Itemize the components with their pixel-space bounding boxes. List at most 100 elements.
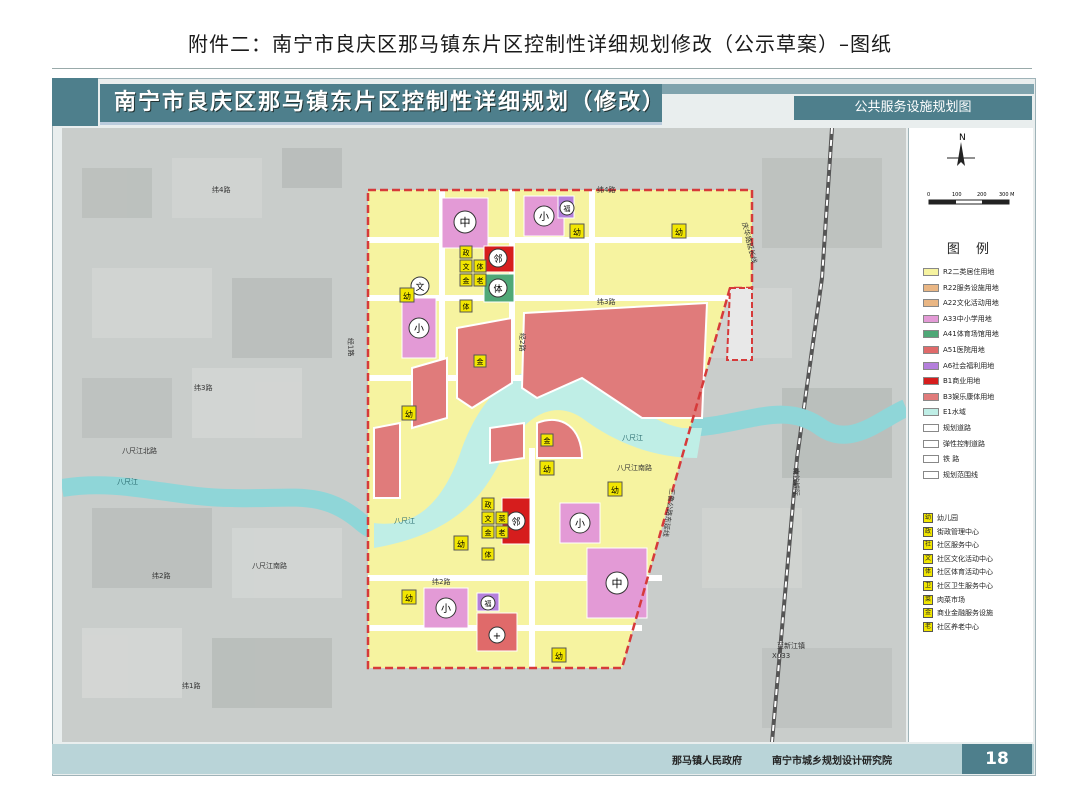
map-subtitle: 公共服务设施规划图 (794, 96, 1032, 120)
marker-kindergarten-8: 幼 (405, 593, 413, 603)
svg-text:+: + (493, 631, 501, 642)
label-road-w2b: 纬2路 (152, 571, 170, 580)
footer-bar: 那马镇人民政府 南宁市城乡规划设计研究院 (52, 744, 1034, 774)
legend-landuse-item: A6社会福利用地 (923, 360, 994, 372)
legend-facility-icon: 卫 (923, 581, 933, 591)
header-band (662, 84, 1034, 94)
legend-landuse-item: R22服务设施用地 (923, 282, 999, 294)
label-road-w4b: 纬4路 (597, 185, 615, 194)
rail-station-parcel (725, 287, 753, 361)
legend-landuse-item: A41体育场馆用地 (923, 328, 999, 340)
legend-facility-label: 肉菜市场 (937, 595, 965, 604)
marker-primary-north: 小 (539, 211, 549, 223)
map-canvas[interactable]: 中 小 小 小 中 小 + 邻 体 邻 文 福 福 幼 幼 幼 幼 幼 幼 幼 … (62, 128, 906, 742)
legend-facility-label: 社区养老中心 (937, 622, 979, 631)
label-river-3: 八尺江 (622, 434, 643, 442)
legend-facility-item: 幼幼儿园 (923, 512, 958, 524)
header-accent (52, 78, 98, 126)
marker-culture-south: 文 (485, 514, 492, 523)
north-arrow-scale: N 0 100 200 300 M (927, 133, 1014, 205)
page-number: 18 (962, 744, 1032, 774)
legend-facility-label: 幼儿园 (937, 514, 958, 522)
legend-facility-item: 老社区养老中心 (923, 621, 979, 633)
label-road-w3: 纬3路 (597, 297, 615, 306)
title-rule (52, 68, 1032, 69)
legend-swatch (923, 314, 939, 323)
legend-landuse-label: A22文化活动用地 (943, 299, 999, 308)
b3-recreation-west (373, 421, 401, 499)
legend-swatch (923, 439, 939, 448)
label-bachijiang-s: 八尺江南路 (617, 463, 652, 472)
legend-landuse-item: B1商业用地 (923, 375, 980, 387)
marker-middle-school-south: 中 (612, 577, 623, 590)
legend-landuse-item: A22文化活动用地 (923, 297, 999, 309)
map-title-bar: 南宁市良庆区那马镇东片区控制性详细规划（修改） (100, 84, 667, 125)
legend-swatch (923, 392, 939, 401)
legend-landuse-label: A6社会福利用地 (943, 361, 995, 370)
marker-finance-south: 金 (485, 528, 492, 537)
legend-swatch (923, 299, 939, 308)
marker-welfare-north: 福 (564, 204, 571, 213)
marker-primary-south: 小 (575, 518, 585, 530)
marker-culture: 文 (415, 281, 424, 293)
marker-market-south: 菜 (499, 514, 506, 523)
label-hwy: X033 (772, 652, 790, 660)
marker-middle-school-north: 中 (460, 216, 471, 229)
footer-org-2: 南宁市城乡规划设计研究院 (772, 756, 892, 767)
marker-kindergarten-2: 幼 (675, 227, 683, 237)
legend-landuse-item: A33中小学用地 (923, 313, 992, 325)
legend-facility-item: 政街政管理中心 (923, 526, 979, 538)
legend-landuse-label: 规划范围线 (943, 470, 978, 479)
label-road-w3b: 纬3路 (194, 383, 212, 392)
legend-landuse-item: 铁 路 (923, 453, 959, 465)
marker-kindergarten-6: 幼 (611, 485, 619, 495)
label-bachijiang-s2: 八尺江南路 (252, 561, 287, 570)
legend-facility-item: 卫社区卫生服务中心 (923, 580, 993, 592)
label-rail: 南钦城际 (792, 468, 801, 496)
legend-swatch (923, 361, 939, 370)
marker-finance-center: 金 (477, 357, 484, 366)
b3-recreation-small (411, 356, 448, 430)
legend-landuse-label: B3娱乐康体用地 (943, 392, 995, 401)
legend-swatch (923, 330, 939, 339)
legend-landuse-item: R2二类居住用地 (923, 266, 994, 278)
scale-300: 300 M (999, 192, 1014, 198)
marker-commercial-north: 邻 (493, 253, 502, 265)
legend-swatch (923, 283, 939, 292)
marker-kindergarten-1: 幼 (573, 227, 581, 237)
map-title: 南宁市良庆区那马镇东片区控制性详细规划（修改） (114, 90, 667, 115)
marker-finance-east: 金 (544, 436, 551, 445)
legend-landuse-label: A41体育场馆用地 (943, 330, 999, 339)
footer-org-1: 那马镇人民政府 (672, 756, 742, 767)
legend-facility-item: 金商业金融服务设施 (923, 607, 993, 619)
b3-recreation-center (489, 421, 525, 465)
legend-facility-label: 商业金融服务设施 (937, 609, 993, 618)
scale-200: 200 (977, 192, 987, 198)
marker-culture-north: 文 (463, 262, 470, 271)
marker-commercial-south: 邻 (511, 516, 520, 528)
north-arrow-icon (957, 142, 965, 166)
marker-finance-north: 金 (463, 276, 470, 285)
legend-facility-icon: 幼 (923, 513, 933, 523)
legend-landuse-item: A51医院用地 (923, 344, 985, 356)
legend-landuse-label: 弹性控制道路 (943, 439, 985, 448)
label-bachijiang-n: 八尺江北路 (122, 446, 157, 455)
label-zhixin: 至新江镇 (777, 641, 805, 650)
legend-landuse-item: 规划道路 (923, 422, 971, 434)
label-road-w4: 纬4路 (212, 185, 230, 194)
marker-admin-north: 政 (463, 248, 470, 257)
legend-landuse-label: 规划道路 (943, 424, 971, 432)
legend-swatch (923, 408, 939, 417)
marker-kindergarten-9: 幼 (555, 651, 563, 661)
marker-kindergarten-7: 幼 (457, 539, 465, 549)
legend-facility-label: 街政管理中心 (937, 527, 979, 536)
marker-elderly-north: 老 (477, 276, 484, 285)
legend-facility-icon: 社 (923, 540, 933, 551)
legend-facility-icon: 政 (923, 526, 933, 537)
legend-landuse-label: R22服务设施用地 (943, 283, 999, 292)
legend-swatch (923, 424, 939, 432)
legend-landuse-label: B1商业用地 (943, 377, 981, 386)
legend-swatch (923, 455, 939, 464)
legend-landuse-item: 规划范围线 (923, 469, 978, 481)
marker-admin-south: 政 (485, 500, 492, 509)
